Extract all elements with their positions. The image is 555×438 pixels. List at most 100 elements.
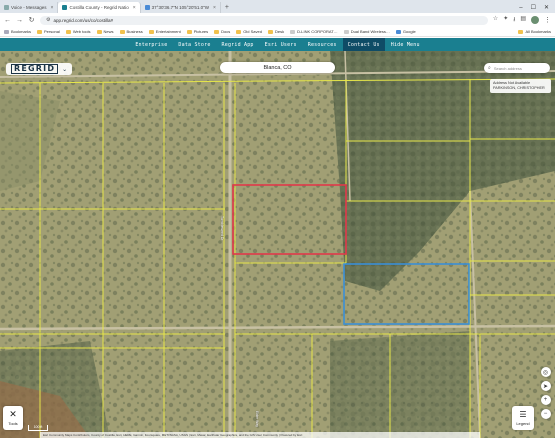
url-field[interactable]: ⚙ app.regrid.com/us/co/costilla# (40, 15, 488, 25)
tab-label: Costilla County - Regrid Natio (69, 5, 129, 10)
extensions-icon[interactable]: ✦ (503, 15, 508, 25)
bookmark-label: Web tools (72, 29, 91, 34)
bookmark-item[interactable]: D-LINK CORPORAT… (290, 29, 338, 34)
parcel-owner-card[interactable]: Address Not Available PARKINSON, CHRISTO… (490, 79, 551, 93)
page-icon (290, 29, 296, 34)
sidepanel-icon[interactable]: ▤ (520, 15, 526, 25)
toolbar-icons: ☆ ✦ ⭳ ▤ (493, 15, 526, 25)
bookmark-label: Entertainment (155, 29, 181, 34)
map-attribution: Esri Community Maps Contributors, County… (40, 432, 480, 438)
minimize-icon[interactable]: – (519, 5, 522, 11)
close-tab-icon[interactable]: × (51, 5, 54, 11)
road-label: Elder Way (255, 411, 259, 428)
tab-label: Voice - Messages (11, 5, 47, 10)
browser-tab-coordinates[interactable]: 37°30'36.7"N 105°20'51.0"W × (141, 2, 221, 13)
place-name-pill[interactable]: Blanca, CO (220, 62, 335, 73)
nav-resources[interactable]: Resources (303, 38, 342, 51)
zoom-out-button[interactable]: − (540, 409, 551, 419)
close-tab-icon[interactable]: × (133, 5, 136, 11)
search-placeholder: Search address (493, 65, 522, 71)
bookmark-item[interactable]: Pictures (186, 29, 209, 34)
folder-icon (267, 29, 273, 34)
nav-hide-menu[interactable]: Hide Menu (386, 38, 425, 51)
browser-tab-voice[interactable]: Voice - Messages × (0, 2, 59, 13)
new-tab-button[interactable]: + (221, 2, 233, 13)
owner-name: PARKINSON, CHRISTOPHER (493, 86, 545, 90)
bookmark-label: News (103, 29, 114, 34)
chevron-down-icon: ⌄ (62, 66, 68, 73)
browser-tab-regrid[interactable]: Costilla County - Regrid Natio × (58, 2, 141, 13)
bookmark-label: D-LINK CORPORAT… (297, 29, 338, 34)
bookmark-item[interactable]: Bookmarks (4, 29, 31, 34)
folder-icon (65, 29, 71, 34)
satellite-map[interactable]: Tumbleweed Dr Elder Way (0, 51, 555, 438)
locate-icon[interactable]: ◎ (540, 367, 551, 377)
regrid-top-nav: Enterprise Data Store Regrid App Esri Us… (0, 38, 555, 51)
site-info-icon[interactable]: ⚙ (46, 17, 50, 23)
regrid-logo: REGRID (11, 64, 59, 74)
bookmark-item[interactable]: Old Saved (236, 29, 262, 34)
browser-tab-bar: Voice - Messages × Costilla County - Reg… (0, 0, 555, 13)
scale-bar: 100 ft (28, 425, 48, 431)
place-name: Blanca, CO (263, 64, 292, 71)
bookmark-star-icon (4, 29, 9, 34)
nav-contact-us[interactable]: Contact Us (342, 38, 385, 51)
maximize-icon[interactable]: ☐ (531, 4, 536, 11)
bookmark-item[interactable]: News (96, 29, 114, 34)
page-icon (343, 29, 349, 34)
bookmark-label: Google (402, 29, 416, 34)
folder-icon (148, 29, 154, 34)
google-icon (395, 29, 401, 34)
bookmark-item[interactable]: Entertainment (148, 29, 181, 34)
back-arrow-icon[interactable]: ← (4, 17, 11, 24)
bookmark-item[interactable]: Google (395, 29, 416, 34)
url-text: app.regrid.com/us/co/costilla# (53, 17, 114, 23)
folder-icon (119, 29, 125, 34)
bookmark-label: Business (126, 29, 143, 34)
voice-favicon-icon (4, 5, 9, 10)
forward-arrow-icon[interactable]: → (16, 17, 23, 24)
bookmark-star-icon[interactable]: ☆ (493, 15, 498, 25)
search-input[interactable]: ⌕ Search address (484, 63, 550, 73)
nav-regrid-app[interactable]: Regrid App (217, 38, 259, 51)
bookmark-item[interactable]: Personal (37, 29, 60, 34)
regrid-logo-button[interactable]: REGRID ⌄ (6, 63, 73, 75)
legend-label: Legend (516, 420, 530, 426)
bookmark-label: Pictures (193, 29, 209, 34)
close-tab-icon[interactable]: × (213, 5, 216, 11)
nav-esri-users[interactable]: Esri Users (260, 38, 302, 51)
bookmark-item[interactable]: Business (119, 29, 143, 34)
all-bookmarks-button[interactable]: All Bookmarks (518, 29, 551, 34)
reload-icon[interactable]: ↻ (28, 16, 35, 24)
profile-avatar[interactable] (531, 16, 539, 24)
folder-icon (96, 29, 102, 34)
bookmark-label: Old Saved (243, 29, 262, 34)
folder-icon (37, 29, 43, 34)
legend-button[interactable]: ☰ Legend (512, 406, 534, 430)
folder-icon (214, 29, 220, 34)
regrid-favicon-icon (62, 5, 68, 10)
folder-icon (186, 29, 192, 34)
nav-enterprise[interactable]: Enterprise (130, 38, 172, 51)
close-window-icon[interactable]: ✕ (544, 4, 549, 11)
tools-button[interactable]: ✕ Tools (3, 406, 23, 430)
bookmark-item[interactable]: Docs (214, 29, 230, 34)
tab-label: 37°30'36.7"N 105°20'51.0"W (151, 5, 209, 10)
address-bar-row: ← → ↻ ⚙ app.regrid.com/us/co/costilla# ☆… (0, 13, 555, 27)
bookmark-label: Bookmarks (11, 29, 32, 34)
bookmark-item[interactable]: Desk (267, 29, 284, 34)
download-icon[interactable]: ⭳ (513, 15, 515, 25)
map-canvas[interactable] (0, 51, 555, 438)
bookmark-item[interactable]: Web tools (65, 29, 91, 34)
bookmark-label: Dual Band Wireless… (350, 29, 390, 34)
nav-data-store[interactable]: Data Store (173, 38, 215, 51)
folder-icon (518, 29, 524, 34)
map-controls: ◎ ➤ + − (540, 367, 551, 419)
menu-kebab-icon[interactable]: ⋮ (544, 16, 551, 24)
search-icon: ⌕ (488, 65, 491, 71)
layers-icon: ☰ (519, 409, 527, 419)
bookmark-item[interactable]: Dual Band Wireless… (343, 29, 390, 34)
road-label: Tumbleweed Dr (220, 216, 224, 241)
zoom-in-button[interactable]: + (540, 395, 551, 405)
compass-icon[interactable]: ➤ (540, 381, 551, 391)
